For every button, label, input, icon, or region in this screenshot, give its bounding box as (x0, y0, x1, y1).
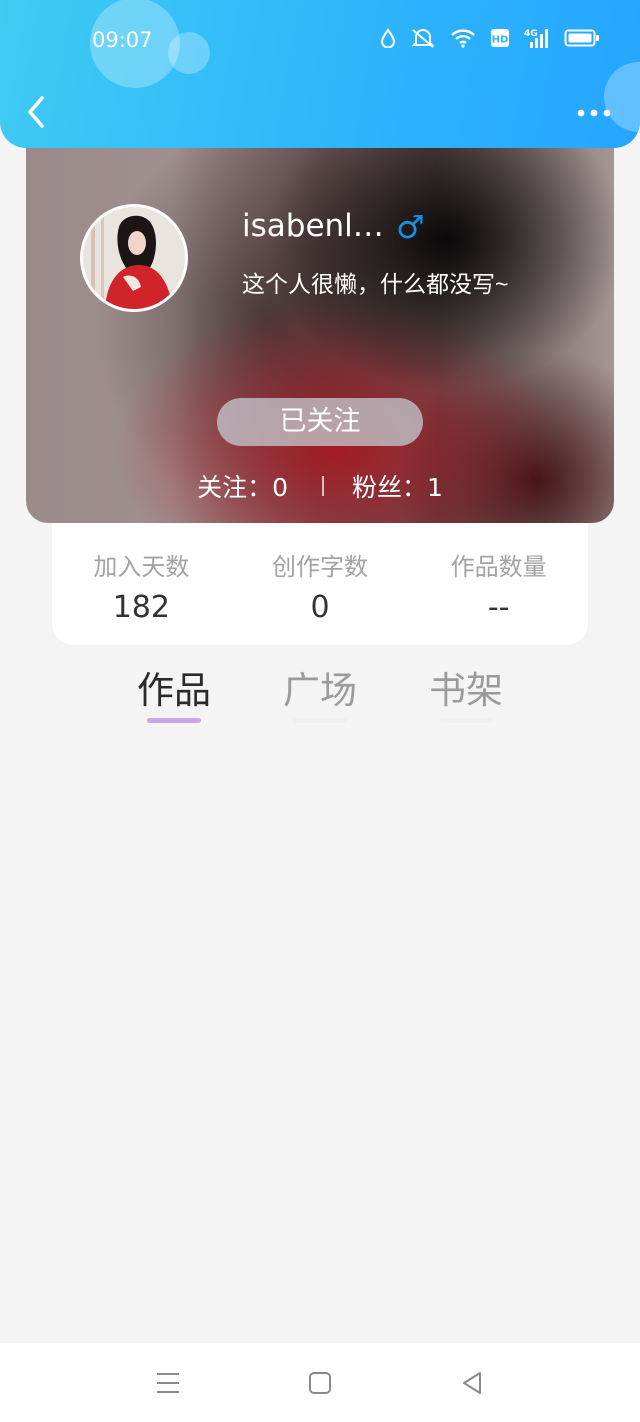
tab-label: 书架 (429, 669, 503, 712)
avatar[interactable] (80, 204, 188, 312)
stat-join-days: 加入天数 182 (52, 523, 231, 645)
system-nav-bar (0, 1343, 640, 1422)
bio-text: 这个人很懒，什么都没写~ (242, 271, 509, 297)
male-icon: ♂ (396, 208, 425, 246)
wifi-icon (451, 29, 475, 48)
tab-indicator (293, 718, 347, 723)
back-triangle-icon[interactable] (458, 1369, 486, 1397)
menu-icon[interactable] (154, 1369, 182, 1397)
tab-works[interactable]: 作品 (124, 660, 224, 723)
stats-card: 加入天数 182 创作字数 0 作品数量 -- (52, 523, 588, 645)
back-button[interactable] (22, 94, 52, 130)
following-count[interactable]: 关注：0 (197, 468, 288, 504)
tab-plaza[interactable]: 广场 (270, 660, 370, 723)
stat-value: -- (487, 590, 510, 625)
tab-indicator (439, 718, 493, 723)
stat-word-count: 创作字数 0 (231, 523, 410, 645)
stat-label: 加入天数 (93, 553, 190, 581)
hd-icon: HD (491, 29, 509, 47)
more-button[interactable] (576, 104, 612, 122)
mute-icon (411, 29, 435, 48)
status-time: 09:07 (92, 28, 153, 52)
signal-4g-icon: 4G (524, 29, 548, 48)
tab-label: 广场 (283, 669, 357, 712)
divider (322, 476, 324, 496)
tab-label: 作品 (137, 669, 211, 712)
battery-icon (564, 29, 599, 47)
hd-label: HD (492, 35, 509, 46)
stat-label: 创作字数 (272, 553, 368, 581)
profile-card: isabenl… ♂ 这个人很懒，什么都没写~ 已关注 关注：0 粉丝：1 (26, 120, 614, 523)
followers-count[interactable]: 粉丝：1 (352, 468, 443, 504)
stat-works-count: 作品数量 -- (409, 523, 588, 645)
network-label: 4G (524, 29, 538, 39)
status-icons: HD 4G (380, 27, 600, 49)
tab-bookshelf[interactable]: 书架 (416, 660, 516, 723)
home-square-icon[interactable] (306, 1369, 334, 1397)
followed-button[interactable]: 已关注 (217, 398, 423, 446)
top-header: 09:07 HD 4G (0, 0, 640, 148)
decor-bubble (168, 32, 210, 74)
follow-counts: 关注：0 粉丝：1 (26, 468, 614, 504)
content-tabs: 作品 广场 书架 (0, 660, 640, 730)
drop-icon (380, 28, 396, 48)
stat-value: 0 (310, 590, 330, 625)
username: isabenl… (242, 208, 384, 244)
stat-value: 182 (112, 590, 170, 625)
avatar-image (83, 207, 185, 309)
tab-indicator (147, 718, 201, 723)
stat-label: 作品数量 (450, 553, 547, 581)
